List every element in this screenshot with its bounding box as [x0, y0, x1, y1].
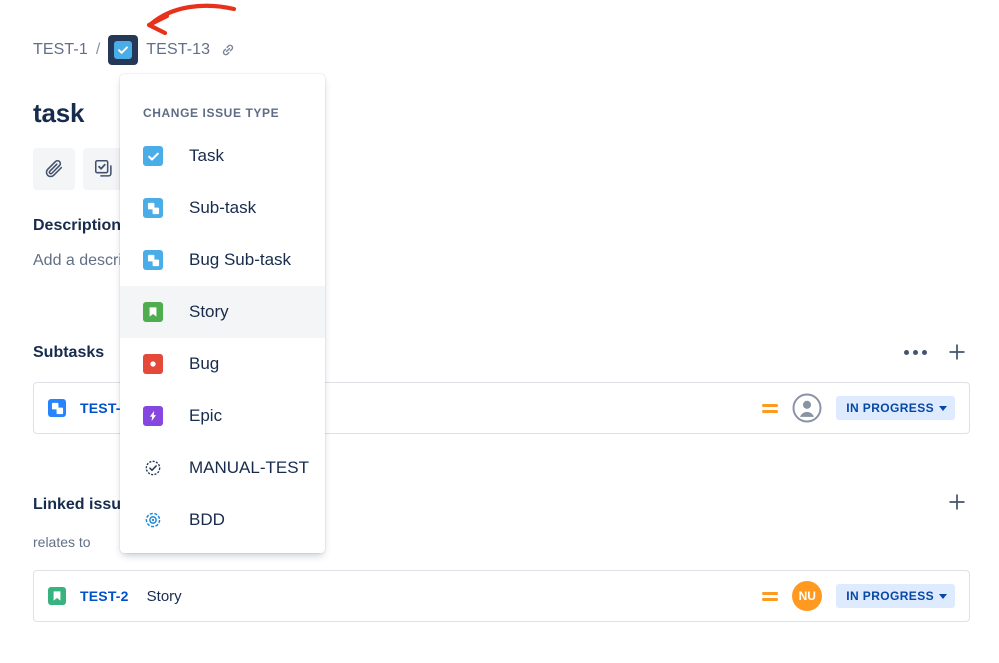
task-checkbox-icon: [114, 41, 132, 59]
chevron-down-icon: [939, 594, 947, 599]
dropdown-item-label: Task: [189, 146, 224, 166]
dropdown-item-label: BDD: [189, 510, 225, 530]
attach-button[interactable]: [33, 148, 75, 190]
linked-issues-actions: [945, 490, 969, 514]
epic-icon: [143, 406, 163, 426]
dropdown-header: CHANGE ISSUE TYPE: [120, 78, 325, 130]
dropdown-item-label: Epic: [189, 406, 222, 426]
sub-task-icon: [48, 399, 66, 417]
breadcrumb-current-key[interactable]: TEST-13: [146, 41, 210, 59]
subtasks-add-button[interactable]: [945, 340, 969, 364]
sub-task-icon: [143, 198, 163, 218]
dropdown-item-manual-test[interactable]: MANUAL-TEST: [120, 442, 325, 494]
row-issue-key[interactable]: TEST-2: [80, 588, 129, 604]
sub-task-icon: [143, 250, 163, 270]
row-meta: IN PROGRESS: [762, 393, 955, 423]
chain-link-icon[interactable]: [220, 42, 236, 58]
red-curved-arrow: [134, 0, 244, 40]
plus-icon: [946, 341, 968, 363]
change-issue-type-dropdown: CHANGE ISSUE TYPE Task Sub-task Bug Sub-…: [120, 74, 325, 553]
avatar[interactable]: [792, 393, 822, 423]
avatar[interactable]: NU: [792, 581, 822, 611]
chevron-down-icon: [939, 406, 947, 411]
issue-type-button[interactable]: [108, 35, 138, 65]
row-meta: NU IN PROGRESS: [762, 581, 955, 611]
plus-icon: [946, 491, 968, 513]
paperclip-icon: [43, 158, 65, 180]
status-badge[interactable]: IN PROGRESS: [836, 584, 955, 608]
status-label: IN PROGRESS: [846, 589, 934, 603]
child-issue-icon: [93, 158, 115, 180]
row-summary: Story: [147, 588, 182, 605]
dropdown-item-sub-task[interactable]: Sub-task: [120, 182, 325, 234]
breadcrumb-separator: /: [96, 41, 100, 59]
link-type-label: relates to: [33, 534, 91, 550]
priority-medium-icon: [762, 592, 778, 601]
dropdown-item-label: Sub-task: [189, 198, 256, 218]
page-title: task: [33, 98, 84, 129]
subtasks-more-button[interactable]: [903, 340, 927, 364]
bug-icon: [143, 354, 163, 374]
subtasks-heading: Subtasks: [33, 344, 104, 362]
dropdown-item-epic[interactable]: Epic: [120, 390, 325, 442]
status-badge[interactable]: IN PROGRESS: [836, 396, 955, 420]
breadcrumb-parent-link[interactable]: TEST-1: [33, 41, 88, 59]
status-label: IN PROGRESS: [846, 401, 934, 415]
dropdown-item-label: Story: [189, 302, 229, 322]
dropdown-item-bug-sub-task[interactable]: Bug Sub-task: [120, 234, 325, 286]
avatar-initials: NU: [799, 589, 816, 603]
task-checkbox-icon: [143, 146, 163, 166]
bdd-icon: [143, 510, 163, 530]
dropdown-item-task[interactable]: Task: [120, 130, 325, 182]
priority-medium-icon: [762, 404, 778, 413]
manual-test-icon: [143, 458, 163, 478]
dropdown-item-label: Bug Sub-task: [189, 250, 291, 270]
dropdown-item-label: MANUAL-TEST: [189, 458, 309, 478]
unassigned-avatar-icon: [792, 393, 822, 423]
breadcrumb: TEST-1 / TEST-13: [33, 36, 236, 64]
linked-issues-add-button[interactable]: [945, 490, 969, 514]
story-icon: [48, 587, 66, 605]
table-row[interactable]: TEST-2 Story NU IN PROGRESS: [33, 570, 970, 622]
subtasks-actions: [903, 340, 969, 364]
dropdown-item-label: Bug: [189, 354, 219, 374]
row-issue-key[interactable]: TEST-: [80, 400, 121, 416]
ellipsis-icon: [904, 350, 927, 355]
add-child-issue-button[interactable]: [83, 148, 125, 190]
dropdown-item-bug[interactable]: Bug: [120, 338, 325, 390]
dropdown-item-bdd[interactable]: BDD: [120, 494, 325, 546]
story-icon: [143, 302, 163, 322]
description-heading: Description: [33, 217, 121, 235]
dropdown-item-story[interactable]: Story: [120, 286, 325, 338]
